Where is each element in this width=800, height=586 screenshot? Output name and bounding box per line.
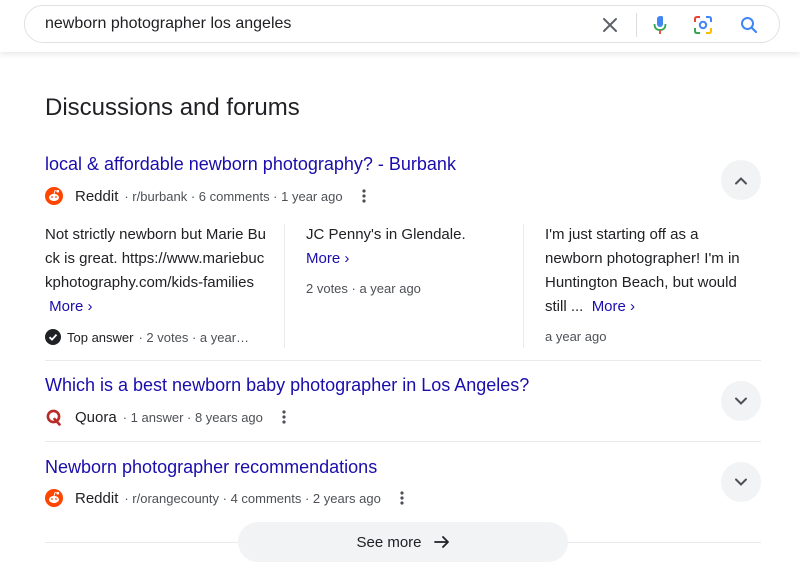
source-site-name: Quora (75, 408, 117, 426)
source-meta: · 1 answer · 8 years ago (122, 409, 263, 425)
thread-divider (45, 360, 761, 361)
thread-source: Reddit · r/orangecounty · 4 comments · 2… (45, 487, 409, 509)
check-circle-icon (45, 329, 61, 345)
microphone-icon[interactable] (650, 15, 670, 35)
expand-button[interactable] (721, 462, 761, 502)
see-more-button[interactable]: See more (238, 522, 568, 562)
source-meta: · r/burbank · 6 comments · 1 year ago (124, 188, 343, 204)
thread-source: Quora · 1 answer · 8 years ago (45, 406, 291, 428)
source-site-name: Reddit (75, 187, 119, 205)
thread-source: Reddit · r/burbank · 6 comments · 1 year… (45, 185, 371, 207)
comment-card[interactable]: Not strictly newborn but Marie Buck is g… (45, 223, 270, 319)
thread-title-link[interactable]: Newborn photographer recommendations (45, 457, 377, 478)
thread-title-link[interactable]: local & affordable newborn photography? … (45, 154, 456, 175)
comment-text: Not strictly newborn but Marie Buck is g… (45, 226, 266, 291)
close-icon[interactable] (600, 15, 620, 35)
top-answer-label: Top answer (67, 329, 134, 345)
chevron-down-icon (735, 397, 747, 405)
expand-button[interactable] (721, 381, 761, 421)
more-options-icon[interactable] (395, 488, 409, 508)
chevron-right-icon: › (630, 298, 636, 315)
reddit-logo-icon (45, 489, 63, 507)
more-link[interactable]: More › (45, 298, 93, 315)
search-box (24, 5, 780, 43)
comment-footer: Top answer · 2 votes · a year… (45, 329, 249, 345)
chevron-right-icon: › (87, 298, 93, 315)
section-title: Discussions and forums (45, 94, 300, 121)
more-options-icon[interactable] (357, 186, 371, 206)
search-divider (636, 13, 637, 37)
comment-footer-meta: a year ago (545, 329, 607, 344)
more-link[interactable]: More › (588, 298, 636, 315)
column-divider (523, 224, 524, 348)
source-site-name: Reddit (75, 489, 119, 507)
source-meta: · r/orangecounty · 4 comments · 2 years … (124, 490, 381, 506)
comment-footer-meta: 2 votes · a year ago (306, 281, 421, 296)
arrow-right-icon (433, 535, 450, 549)
search-header (0, 0, 800, 52)
collapse-button[interactable] (721, 160, 761, 200)
search-icon[interactable] (739, 15, 759, 35)
more-options-icon[interactable] (277, 407, 291, 427)
chevron-up-icon (735, 176, 747, 184)
thread-title-link[interactable]: Which is a best newborn baby photographe… (45, 375, 529, 396)
comment-footer-meta: · 2 votes · a year… (138, 329, 250, 345)
search-input[interactable] (45, 15, 565, 33)
comment-text: I'm just starting off as a newborn photo… (545, 226, 740, 315)
more-link[interactable]: More › (306, 250, 349, 267)
camera-lens-icon[interactable] (693, 15, 713, 35)
thread-divider (45, 441, 761, 442)
column-divider (284, 224, 285, 348)
comment-text: JC Penny's in Glendale. (306, 226, 466, 243)
chevron-right-icon: › (344, 250, 350, 267)
comment-card[interactable]: I'm just starting off as a newborn photo… (545, 223, 757, 319)
chevron-down-icon (735, 478, 747, 486)
see-more-label: See more (356, 533, 422, 551)
quora-logo-icon (45, 408, 63, 426)
comment-card[interactable]: JC Penny's in Glendale. More › (306, 223, 506, 271)
reddit-logo-icon (45, 187, 63, 205)
